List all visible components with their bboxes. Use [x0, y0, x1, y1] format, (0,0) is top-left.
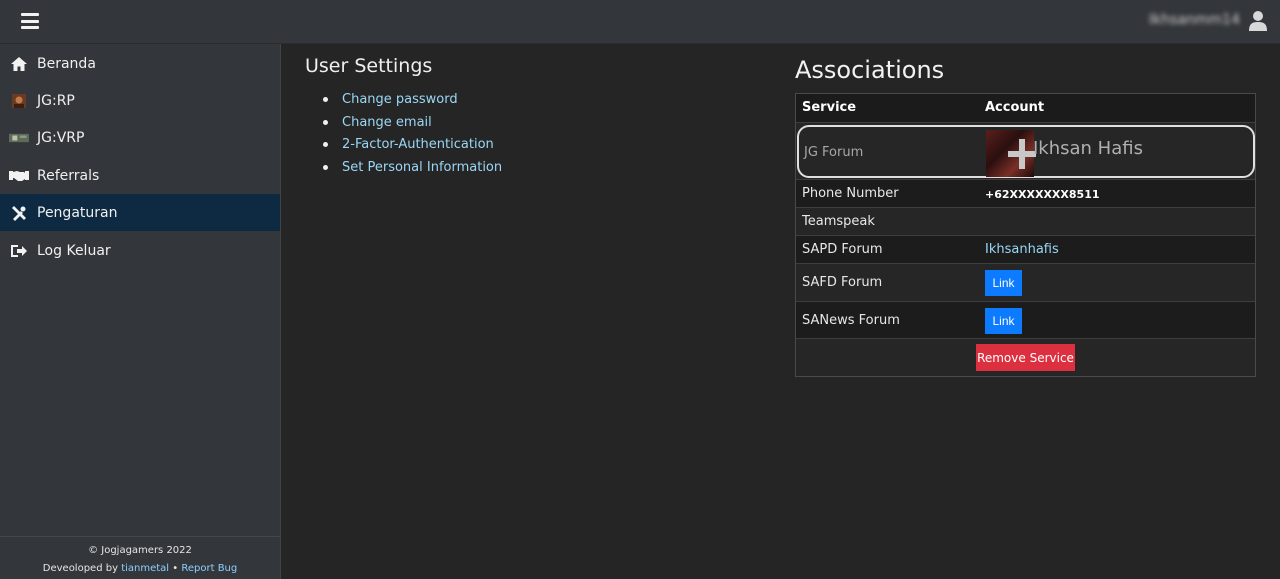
sapd-account-link[interactable]: Ikhsanhafis — [985, 242, 1059, 257]
separator-dot: • — [172, 563, 179, 574]
jg-forum-account: Ikhsan Hafis — [1033, 138, 1143, 159]
settings-title: User Settings — [305, 55, 433, 77]
account-column-header: Account — [985, 100, 1045, 115]
sidebar-item-pengaturan[interactable]: Pengaturan — [0, 194, 280, 231]
change-password-link[interactable]: Change password — [342, 89, 458, 111]
tools-icon — [9, 204, 29, 222]
service-cell: SAFD Forum — [802, 275, 883, 290]
user-icon[interactable] — [1248, 10, 1268, 32]
service-cell: SANews Forum — [802, 313, 900, 328]
associations-table: Service Account JG Forum Ikhsan Hafis Ph… — [795, 93, 1256, 377]
sidebar-item-label: Beranda — [37, 55, 96, 72]
sidebar-item-jgrp[interactable]: JG:RP — [0, 82, 280, 119]
jgrp-icon — [9, 92, 29, 110]
sidebar-item-label: JG:RP — [37, 92, 75, 109]
sign-out-icon — [9, 242, 29, 260]
home-icon — [9, 55, 29, 73]
service-column-header: Service — [802, 100, 857, 115]
associations-title: Associations — [795, 56, 945, 84]
handshake-icon — [9, 167, 29, 185]
sidebar-item-log-keluar[interactable]: Log Keluar — [0, 232, 280, 269]
sidebar-footer: © Jogjagamers 2022 Deveoloped by tianmet… — [0, 536, 280, 579]
top-bar: Ikhsanmm14 — [0, 0, 1280, 44]
user-name[interactable]: Ikhsanmm14 — [1149, 12, 1240, 28]
sidebar-item-label: JG:VRP — [37, 129, 85, 146]
jg-forum-highlight[interactable]: JG Forum Ikhsan Hafis — [797, 125, 1255, 178]
table-row-actions: Remove Service — [796, 339, 1255, 376]
service-cell: Teamspeak — [802, 214, 875, 229]
service-cell: SAPD Forum — [802, 242, 883, 257]
sidebar-item-label: Referrals — [37, 167, 100, 184]
developed-by-text: Deveoloped by — [42, 563, 118, 574]
table-row-sanews: SANews Forum Link — [796, 302, 1255, 339]
remove-service-button[interactable]: Remove Service — [976, 344, 1075, 371]
safd-link-button[interactable]: Link — [985, 270, 1022, 296]
plus-icon — [1008, 139, 1036, 169]
copyright-text: © Jogjagamers 2022 — [88, 545, 192, 556]
jgvrp-icon — [9, 129, 29, 147]
sidebar-item-label: Pengaturan — [37, 204, 118, 221]
hamburger-menu-icon[interactable] — [21, 13, 39, 29]
sidebar: Beranda JG:RP JG:VRP Referrals Pengatura… — [0, 44, 281, 579]
table-row-phone: Phone Number +62XXXXXXX8511 — [796, 180, 1255, 208]
table-row-jg-forum: JG Forum Ikhsan Hafis — [796, 123, 1255, 180]
two-factor-auth-link[interactable]: 2-Factor-Authentication — [342, 134, 494, 156]
table-row-sapd: SAPD Forum Ikhsanhafis — [796, 236, 1255, 264]
report-bug-link[interactable]: Report Bug — [181, 563, 237, 574]
service-cell: JG Forum — [804, 145, 864, 160]
table-row-teamspeak: Teamspeak — [796, 208, 1255, 236]
phone-number-value: +62XXXXXXX8511 — [985, 188, 1100, 201]
author-link[interactable]: tianmetal — [121, 563, 169, 574]
personal-info-link[interactable]: Set Personal Information — [342, 157, 502, 179]
service-cell: Phone Number — [802, 186, 899, 201]
sidebar-item-jgvrp[interactable]: JG:VRP — [0, 119, 280, 156]
table-row-safd: SAFD Forum Link — [796, 264, 1255, 302]
table-header: Service Account — [796, 94, 1255, 123]
change-email-link[interactable]: Change email — [342, 112, 432, 134]
sidebar-item-label: Log Keluar — [37, 242, 111, 259]
sanews-link-button[interactable]: Link — [985, 308, 1022, 334]
sidebar-item-referrals[interactable]: Referrals — [0, 157, 280, 194]
developer-credit: Deveoloped by tianmetal • Report Bug — [0, 560, 280, 578]
sidebar-item-beranda[interactable]: Beranda — [0, 45, 280, 82]
